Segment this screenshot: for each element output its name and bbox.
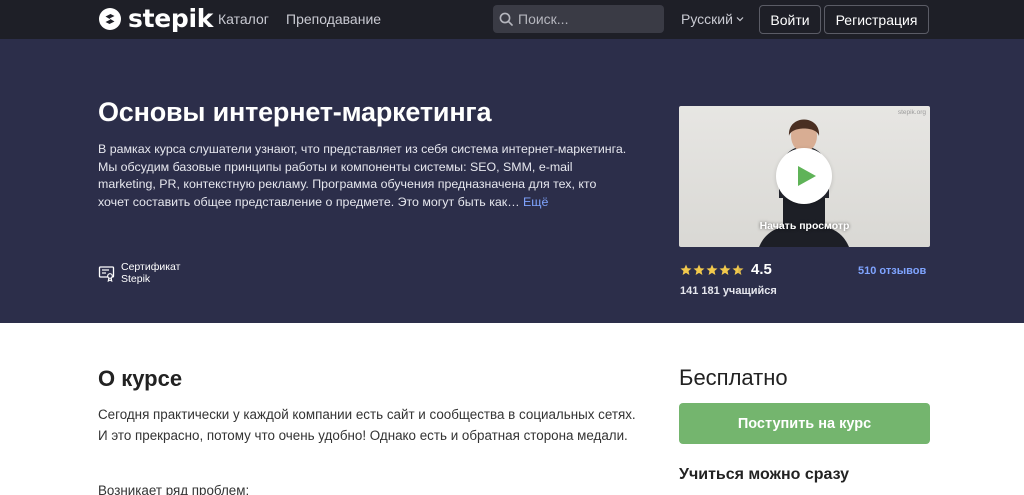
stepik-logo[interactable]: stepik [98,6,213,32]
star-icon [693,264,705,275]
learners-count: 141 181 учащийся [680,285,777,297]
search-icon [499,12,513,26]
certificate-info: Сертификат Stepik [98,261,180,285]
star-icon [706,264,718,275]
language-selector[interactable]: Русский [681,11,744,27]
course-description: В рамках курса слушатели узнают, что пре… [98,141,628,211]
logo-text: stepik [128,4,214,33]
rating-value: 4.5 [751,261,772,278]
login-button[interactable]: Войти [759,5,821,34]
certificate-icon [98,266,115,282]
star-icon [680,264,692,275]
start-now-label: Учиться можно сразу [679,466,850,483]
search-box[interactable] [493,5,664,33]
play-icon [798,166,816,186]
star-half-icon [732,264,744,275]
top-navbar: stepik Каталог Преподавание Русский Войт… [0,0,1024,39]
course-price: Бесплатно [679,365,788,390]
chevron-down-icon [736,17,744,22]
more-link[interactable]: Ещё [523,195,548,209]
rating-stars [680,264,744,276]
course-rating: 4.5 [680,261,772,278]
language-label: Русский [681,11,733,27]
course-title: Основы интернет-маркетинга [98,97,492,127]
star-icon [719,264,731,275]
reviews-link[interactable]: 510 отзывов [858,265,926,277]
about-paragraph: Сегодня практически у каждой компании ес… [98,407,636,443]
about-paragraph-2: Возникает ряд проблем: [98,483,250,495]
search-input[interactable] [518,11,658,27]
stepik-logo-icon [99,8,121,30]
about-heading: О курсе [98,366,183,391]
course-hero: Основы интернет-маркетинга В рамках курс… [0,39,1024,323]
nav-catalog-link[interactable]: Каталог [218,11,269,27]
nav-teaching-link[interactable]: Преподавание [286,11,381,27]
certificate-label: Сертификат [121,261,181,273]
play-button[interactable] [776,148,832,204]
register-button[interactable]: Регистрация [824,5,929,34]
start-watching-label: Начать просмотр [759,220,850,232]
certificate-provider: Stepik [121,273,151,285]
enroll-button[interactable]: Поступить на курс [679,403,930,444]
course-video-preview[interactable]: stepik.org Начать просмотр [679,106,930,247]
